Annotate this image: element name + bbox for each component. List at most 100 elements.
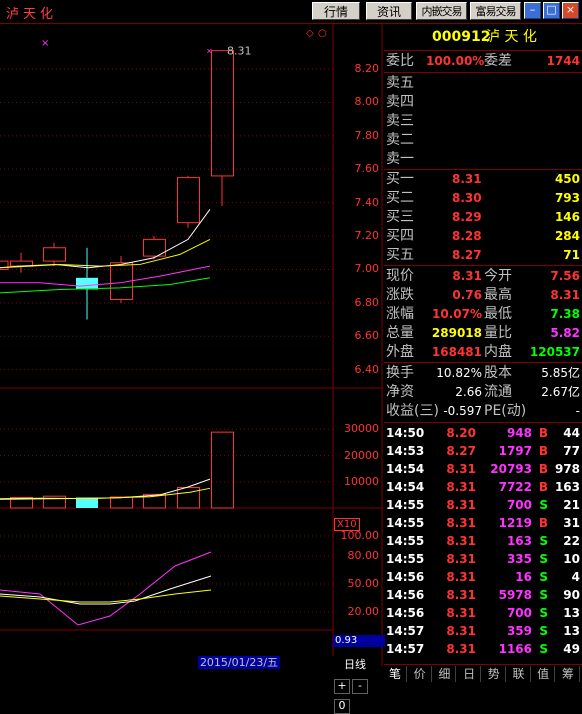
bid-row[interactable]: 买四 8.28 284	[384, 227, 582, 246]
stat-label: 外盘	[386, 344, 414, 360]
tick-count: 22	[563, 534, 580, 548]
panel-tab[interactable]: 日	[458, 666, 482, 682]
tick-price: 8.31	[446, 534, 476, 548]
tick-count: 90	[563, 588, 580, 602]
panel-tab[interactable]: 值	[532, 666, 556, 682]
tick-row[interactable]: 14:56 8.31 16 S 4	[384, 568, 582, 586]
tick-row[interactable]: 14:55 8.31 700 S 21	[384, 496, 582, 514]
bid-volume: 450	[554, 172, 580, 186]
ask-row[interactable]: 卖四	[384, 93, 582, 112]
tick-count: 10	[563, 552, 580, 566]
zoom-out-button[interactable]: -	[352, 679, 368, 694]
tick-side: S	[539, 606, 548, 620]
ask-row[interactable]: 卖一	[384, 150, 582, 169]
tick-row[interactable]: 14:55 8.31 335 S 10	[384, 550, 582, 568]
tick-count: 31	[563, 516, 580, 530]
news-button[interactable]: 资讯	[366, 2, 412, 20]
tick-side: B	[538, 480, 548, 494]
stat-value: 289018	[431, 326, 482, 340]
title-bar: 泸天化 行情 资讯 内嵌交易 富易交易 – □ ×	[0, 0, 582, 24]
tick-price: 8.31	[446, 588, 476, 602]
bid-row[interactable]: 买一 8.31 450	[384, 170, 582, 189]
tick-volume: 7722	[498, 480, 532, 494]
stock-app: 泸天化 行情 资讯 内嵌交易 富易交易 – □ × × ◇ ○ 8.31 × 8.20 8…	[0, 0, 582, 714]
stat-label: 内盘	[484, 344, 512, 360]
fund-row: 换手 10.82% 股本 5.85亿	[384, 364, 582, 383]
ask-row[interactable]: 卖五	[384, 74, 582, 93]
bid-row[interactable]: 买二 8.30 793	[384, 189, 582, 208]
tick-volume: 16	[515, 570, 532, 584]
tick-price: 8.31	[446, 462, 476, 476]
ask-label: 卖二	[386, 132, 414, 148]
stat-label: 最低	[484, 306, 512, 322]
stat-value: 10.07%	[432, 307, 482, 321]
tick-volume: 20793	[490, 462, 532, 476]
tick-volume: 948	[506, 426, 532, 440]
kline-chart[interactable]: × ◇ ○ 8.31 × 8.20 8.00 7.80 7.60 7.40 7.20 7.00 6.8…	[0, 24, 385, 714]
fund-label: 收益(三)	[386, 403, 439, 419]
bid-label: 买一	[386, 171, 414, 187]
tick-count: 978	[554, 462, 580, 476]
tick-row[interactable]: 14:50 8.20 948 B 44	[384, 424, 582, 442]
stat-row: 总量 289018 量比 5.82	[384, 324, 582, 343]
period-label[interactable]: 日线	[344, 656, 366, 672]
quote-button[interactable]: 行情	[312, 2, 360, 20]
tick-side: S	[539, 534, 548, 548]
bid-volume: 146	[554, 210, 580, 224]
tick-row[interactable]: 14:54 8.31 20793 B 978	[384, 460, 582, 478]
tick-row[interactable]: 14:55 8.31 163 S 22	[384, 532, 582, 550]
close-icon[interactable]: ×	[562, 2, 579, 19]
weicha-value: 1744	[546, 54, 580, 68]
bid-row[interactable]: 买五 8.27 71	[384, 246, 582, 265]
tick-time: 14:56	[386, 588, 425, 602]
stat-label: 现价	[386, 268, 414, 284]
tick-volume: 5978	[498, 588, 532, 602]
bid-row[interactable]: 买三 8.29 146	[384, 208, 582, 227]
ask-row[interactable]: 卖二	[384, 131, 582, 150]
minimize-icon[interactable]: –	[524, 2, 541, 19]
zoom-reset-button[interactable]: 0	[334, 699, 350, 714]
stat-value: 0.76	[452, 288, 482, 302]
fuyi-trade-button[interactable]: 富易交易	[470, 2, 521, 20]
fund-label: 换手	[386, 365, 414, 381]
tick-row[interactable]: 14:57 8.31 1166 S 49	[384, 640, 582, 658]
volume-tick-label: 30000	[344, 422, 379, 436]
tick-count: 77	[563, 444, 580, 458]
panel-tab[interactable]: 价	[409, 666, 432, 682]
fund-value: 2.67亿	[541, 385, 580, 399]
panel-tab[interactable]: 笔	[384, 666, 407, 682]
tick-row[interactable]: 14:57 8.31 359 S 13	[384, 622, 582, 640]
tick-row[interactable]: 14:54 8.31 7722 B 163	[384, 478, 582, 496]
tick-row[interactable]: 14:55 8.31 1219 B 31	[384, 514, 582, 532]
ask-label: 卖一	[386, 151, 414, 167]
maximize-icon[interactable]: □	[543, 2, 560, 19]
stat-value: 168481	[431, 345, 482, 359]
bid-volume: 71	[563, 248, 580, 262]
tick-price: 8.31	[446, 624, 476, 638]
weibi-row: 委比 100.00% 委差 1744	[386, 53, 580, 69]
tick-row[interactable]: 14:56 8.31 5978 S 90	[384, 586, 582, 604]
bid-label: 买五	[386, 247, 414, 263]
tick-count: 163	[554, 480, 580, 494]
ask-row[interactable]: 卖三	[384, 112, 582, 131]
panel-tab[interactable]: 联	[508, 666, 531, 682]
price-tick-label: 7.20	[354, 229, 380, 243]
tick-row[interactable]: 14:56 8.31 700 S 13	[384, 604, 582, 622]
panel-tab[interactable]: 细	[433, 666, 457, 682]
tick-time: 14:57	[386, 642, 425, 656]
stat-value: 8.31	[550, 288, 580, 302]
indicator-tick-label: 20.00	[347, 605, 380, 618]
price-tick-label: 6.40	[354, 362, 380, 376]
tick-row[interactable]: 14:53 8.27 1797 B 77	[384, 442, 582, 460]
ma60-line	[0, 277, 211, 294]
panel-tab[interactable]: 筹	[557, 666, 580, 682]
panel-tab[interactable]: 势	[483, 666, 506, 682]
embedded-trade-button[interactable]: 内嵌交易	[416, 2, 467, 20]
fund-value: 5.85亿	[541, 366, 580, 380]
tick-price: 8.27	[446, 444, 476, 458]
tick-time: 14:55	[386, 516, 425, 530]
zoom-in-button[interactable]: +	[334, 679, 350, 694]
tick-side: S	[539, 588, 548, 602]
fund-value: 2.66	[455, 385, 482, 399]
stat-row: 外盘 168481 内盘 120537	[384, 343, 582, 362]
